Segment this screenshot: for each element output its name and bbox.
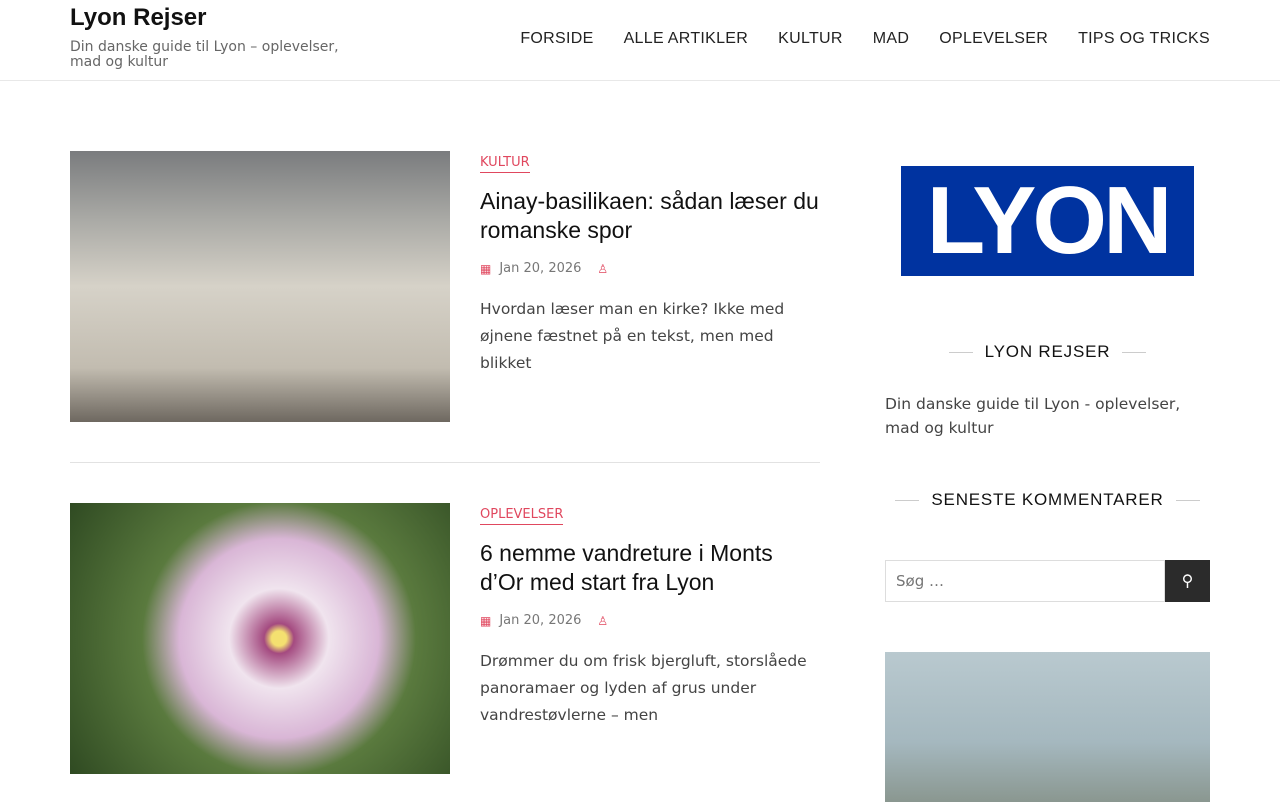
- post-date[interactable]: Jan 20, 2026: [499, 261, 581, 276]
- search-icon: ⚲: [1181, 573, 1194, 590]
- post-card: OPLEVELSER 6 nemme vandreture i Monts d’…: [70, 503, 820, 775]
- divider: [70, 462, 820, 463]
- post-thumbnail[interactable]: [70, 503, 450, 774]
- nav-oplevelser[interactable]: OPLEVELSER: [939, 30, 1048, 48]
- post-title[interactable]: Ainay-basilikaen: sådan læser du romansk…: [480, 187, 820, 245]
- post-card: KULTUR Ainay-basilikaen: sådan læser du …: [70, 151, 820, 423]
- post-date[interactable]: Jan 20, 2026: [499, 613, 581, 628]
- post-thumbnail[interactable]: [70, 151, 450, 422]
- calendar-icon: ▦: [480, 613, 492, 628]
- user-icon[interactable]: ♙: [597, 614, 608, 628]
- post-excerpt: Drømmer du om frisk bjergluft, storslåed…: [480, 652, 807, 724]
- search-form: ⚲: [885, 560, 1210, 602]
- nav-mad[interactable]: MAD: [873, 30, 909, 48]
- sidebar: LYON LYON REJSER Din danske guide til Ly…: [885, 150, 1210, 802]
- site-title[interactable]: Lyon Rejser: [70, 4, 207, 32]
- site-header: Lyon Rejser Din danske guide til Lyon – …: [0, 0, 1280, 81]
- post-category[interactable]: OPLEVELSER: [480, 506, 564, 525]
- about-widget-title: LYON REJSER: [885, 342, 1210, 362]
- search-input[interactable]: [885, 560, 1165, 602]
- nav-forside[interactable]: FORSIDE: [520, 30, 593, 48]
- calendar-icon: ▦: [480, 261, 492, 276]
- search-button[interactable]: ⚲: [1165, 560, 1210, 602]
- post-excerpt: Hvordan læser man en kirke? Ikke med øjn…: [480, 300, 785, 372]
- nav-alle-artikler[interactable]: ALLE ARTIKLER: [624, 30, 749, 48]
- main-nav: FORSIDE ALLE ARTIKLER KULTUR MAD OPLEVEL…: [520, 30, 1210, 48]
- nav-kultur[interactable]: KULTUR: [778, 30, 843, 48]
- nav-tips-og-tricks[interactable]: TIPS OG TRICKS: [1078, 30, 1210, 48]
- site-tagline: Din danske guide til Lyon – oplevelser, …: [70, 39, 339, 70]
- post-title[interactable]: 6 nemme vandreture i Monts d’Or med star…: [480, 539, 820, 597]
- sidebar-image: [885, 652, 1210, 802]
- post-category[interactable]: KULTUR: [480, 154, 530, 173]
- lyon-logo: LYON: [901, 166, 1194, 276]
- comments-widget-title: SENESTE KOMMENTARER: [885, 490, 1210, 510]
- user-icon[interactable]: ♙: [597, 262, 608, 276]
- about-widget-text: Din danske guide til Lyon - oplevelser, …: [885, 395, 1181, 437]
